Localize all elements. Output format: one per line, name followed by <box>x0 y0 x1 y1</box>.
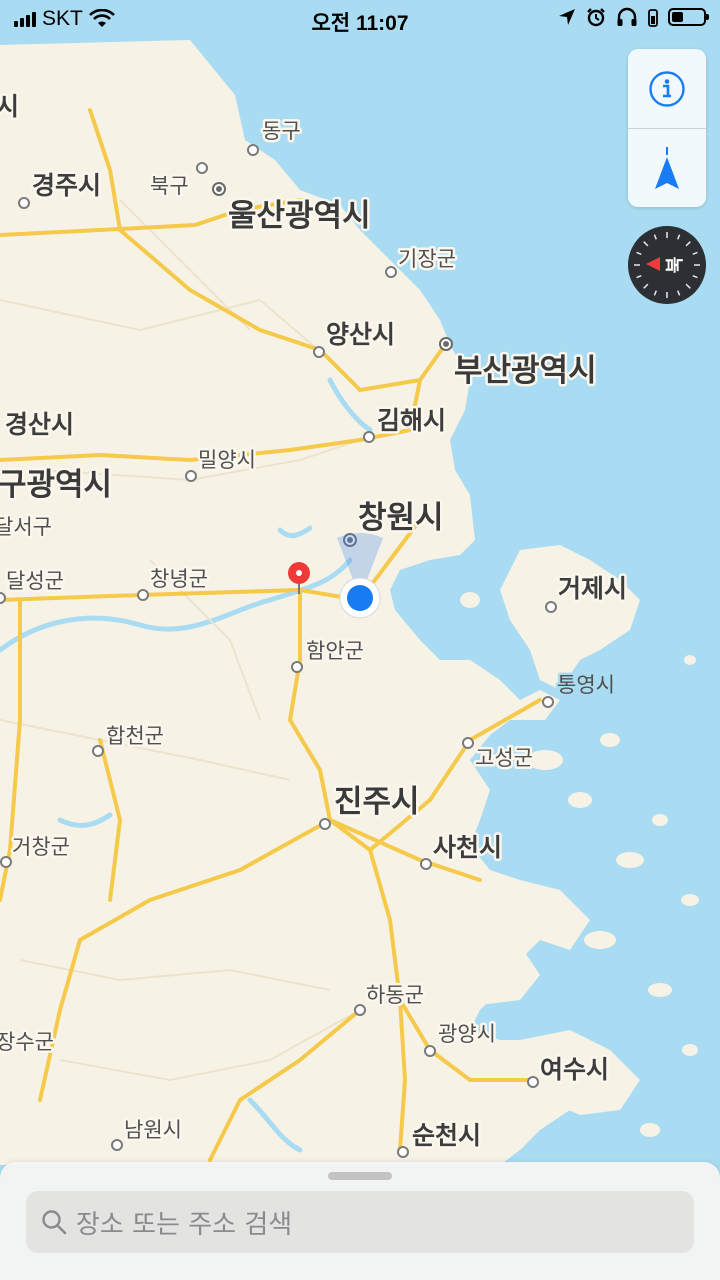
compass-icon: 북 <box>634 232 700 298</box>
battery-icon <box>668 8 709 26</box>
search-placeholder: 장소 또는 주소 검색 <box>76 1209 293 1240</box>
map-label-geochang: 거창군 <box>12 835 70 859</box>
map-label-dalseo: 달서구 <box>0 515 52 539</box>
status-right <box>558 7 709 27</box>
map-label-tongyeong: 통영시 <box>557 673 615 697</box>
location-arrow-icon <box>655 146 679 189</box>
map-label-changwon: 창원시 <box>358 500 444 536</box>
search-sheet[interactable]: 장소 또는 주소 검색 <box>0 1162 720 1280</box>
map-label-gyeongsan: 경산시 <box>5 410 74 439</box>
map-label-gyeongju: 경주시 <box>32 171 101 200</box>
map-label-ulsan: 울산광역시 <box>228 198 371 234</box>
map-label-goseong: 고성군 <box>475 746 533 770</box>
map-label-changnyeong: 창녕군 <box>150 567 208 591</box>
map-label-busan: 부산광역시 <box>454 353 597 389</box>
headphone-battery-icon <box>648 9 658 27</box>
map-label-jangsu: 장수군 <box>0 1030 54 1054</box>
info-button[interactable] <box>628 49 706 128</box>
map-label-gimhae: 김해시 <box>377 406 446 435</box>
map-label-suncheon: 순천시 <box>412 1121 481 1150</box>
alarm-icon <box>587 8 605 27</box>
compass-button[interactable]: 북 <box>628 226 706 304</box>
tracking-button[interactable] <box>628 128 706 207</box>
location-services-icon <box>559 9 575 25</box>
compass-north-label: 북 <box>665 257 686 274</box>
search-field[interactable]: 장소 또는 주소 검색 <box>26 1191 694 1253</box>
map-label-donggu: 동구 <box>262 119 301 143</box>
map-label-yeosu: 여수시 <box>540 1055 609 1084</box>
map-label-sacheon: 사천시 <box>433 833 502 862</box>
info-icon <box>649 70 685 107</box>
map-label-namwon: 남원시 <box>124 1118 182 1142</box>
map-label-dalseong: 달성군 <box>6 569 64 593</box>
map-label-ulsan-partial: 시 <box>0 92 19 121</box>
map-label-hapcheon: 합천군 <box>106 724 164 748</box>
map-label-bukgu: 북구 <box>150 174 189 198</box>
status-bar: SKT 오전 11:07 <box>0 0 720 40</box>
map-controls <box>628 49 706 207</box>
map-label-haman: 함안군 <box>306 639 364 663</box>
search-icon <box>42 1210 67 1235</box>
headphones-icon <box>617 7 637 26</box>
map-view[interactable]: 시 동구 경주시 북구 울산광역시 기장군 양산시 부산광역시 경산시 김해시 … <box>0 0 720 1280</box>
map-label-daegu: 구광역시 <box>0 467 112 503</box>
map-label-jinju: 진주시 <box>334 784 420 820</box>
map-label-gwangyang: 광양시 <box>438 1022 496 1046</box>
sheet-grabber[interactable] <box>328 1172 392 1180</box>
map-label-yangsan: 양산시 <box>326 320 395 349</box>
map-label-hadong: 하동군 <box>366 983 424 1007</box>
map-label-miryang: 밀양시 <box>198 448 256 472</box>
map-label-gijang: 기장군 <box>398 247 456 271</box>
map-label-geoje: 거제시 <box>558 574 627 603</box>
